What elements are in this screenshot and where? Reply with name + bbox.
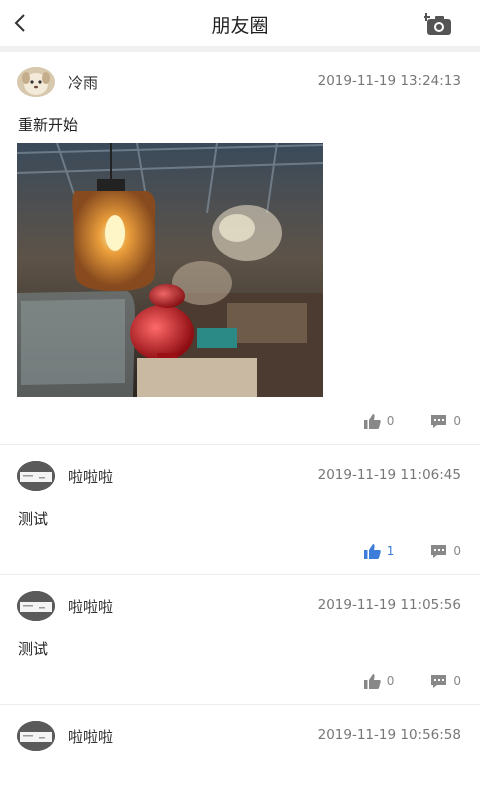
post-username[interactable]: 啦啦啦 [68, 726, 113, 747]
comment-button[interactable]: 0 [430, 544, 461, 559]
post-photo[interactable] [17, 143, 323, 397]
post-card: 啦啦啦 2019-11-19 10:56:58 [0, 705, 480, 795]
post-timestamp: 2019-11-19 13:24:13 [317, 73, 461, 89]
post-text: 测试 [18, 640, 49, 658]
post-text: 测试 [18, 510, 49, 528]
comment-button[interactable]: 0 [430, 414, 461, 429]
comment-icon [431, 414, 447, 428]
avatar[interactable] [17, 461, 55, 491]
like-button[interactable]: 0 [363, 673, 395, 689]
like-button[interactable]: 1 [363, 543, 395, 559]
post-username[interactable]: 冷雨 [68, 72, 98, 93]
like-button[interactable]: 0 [363, 413, 395, 429]
post-username[interactable]: 啦啦啦 [68, 466, 113, 487]
thumbs-up-icon [363, 413, 381, 429]
comment-count: 0 [453, 414, 461, 428]
post-text: 重新开始 [18, 116, 79, 134]
comment-button[interactable]: 0 [430, 674, 461, 689]
post-timestamp: 2019-11-19 10:56:58 [317, 727, 461, 743]
moments-feed: 冷雨 2019-11-19 13:24:13 重新开始 0 0 啦啦啦 2019… [0, 52, 480, 795]
page-title: 朋友圈 [211, 15, 269, 37]
comment-icon [431, 544, 447, 558]
like-count: 0 [386, 414, 395, 428]
post-actions: 0 0 [363, 411, 461, 431]
avatar[interactable] [17, 591, 55, 621]
comment-count: 0 [453, 674, 461, 688]
comment-icon [431, 674, 447, 688]
post-username[interactable]: 啦啦啦 [68, 596, 113, 617]
post-actions: 1 0 [363, 541, 461, 561]
thumbs-up-icon [363, 543, 381, 559]
post-timestamp: 2019-11-19 11:06:45 [317, 467, 461, 483]
like-count: 1 [386, 544, 395, 558]
like-count: 0 [386, 674, 395, 688]
avatar[interactable] [17, 67, 55, 97]
post-card: 啦啦啦 2019-11-19 11:05:56 测试 0 0 [0, 575, 480, 705]
post-card: 啦啦啦 2019-11-19 11:06:45 测试 1 0 [0, 445, 480, 575]
add-camera-icon[interactable] [424, 11, 454, 37]
top-bar: 朋友圈 [0, 0, 480, 47]
post-timestamp: 2019-11-19 11:05:56 [317, 597, 461, 613]
thumbs-up-icon [363, 673, 381, 689]
comment-count: 0 [453, 544, 461, 558]
post-actions: 0 0 [363, 671, 461, 691]
avatar[interactable] [17, 721, 55, 751]
post-card: 冷雨 2019-11-19 13:24:13 重新开始 0 0 [0, 52, 480, 445]
